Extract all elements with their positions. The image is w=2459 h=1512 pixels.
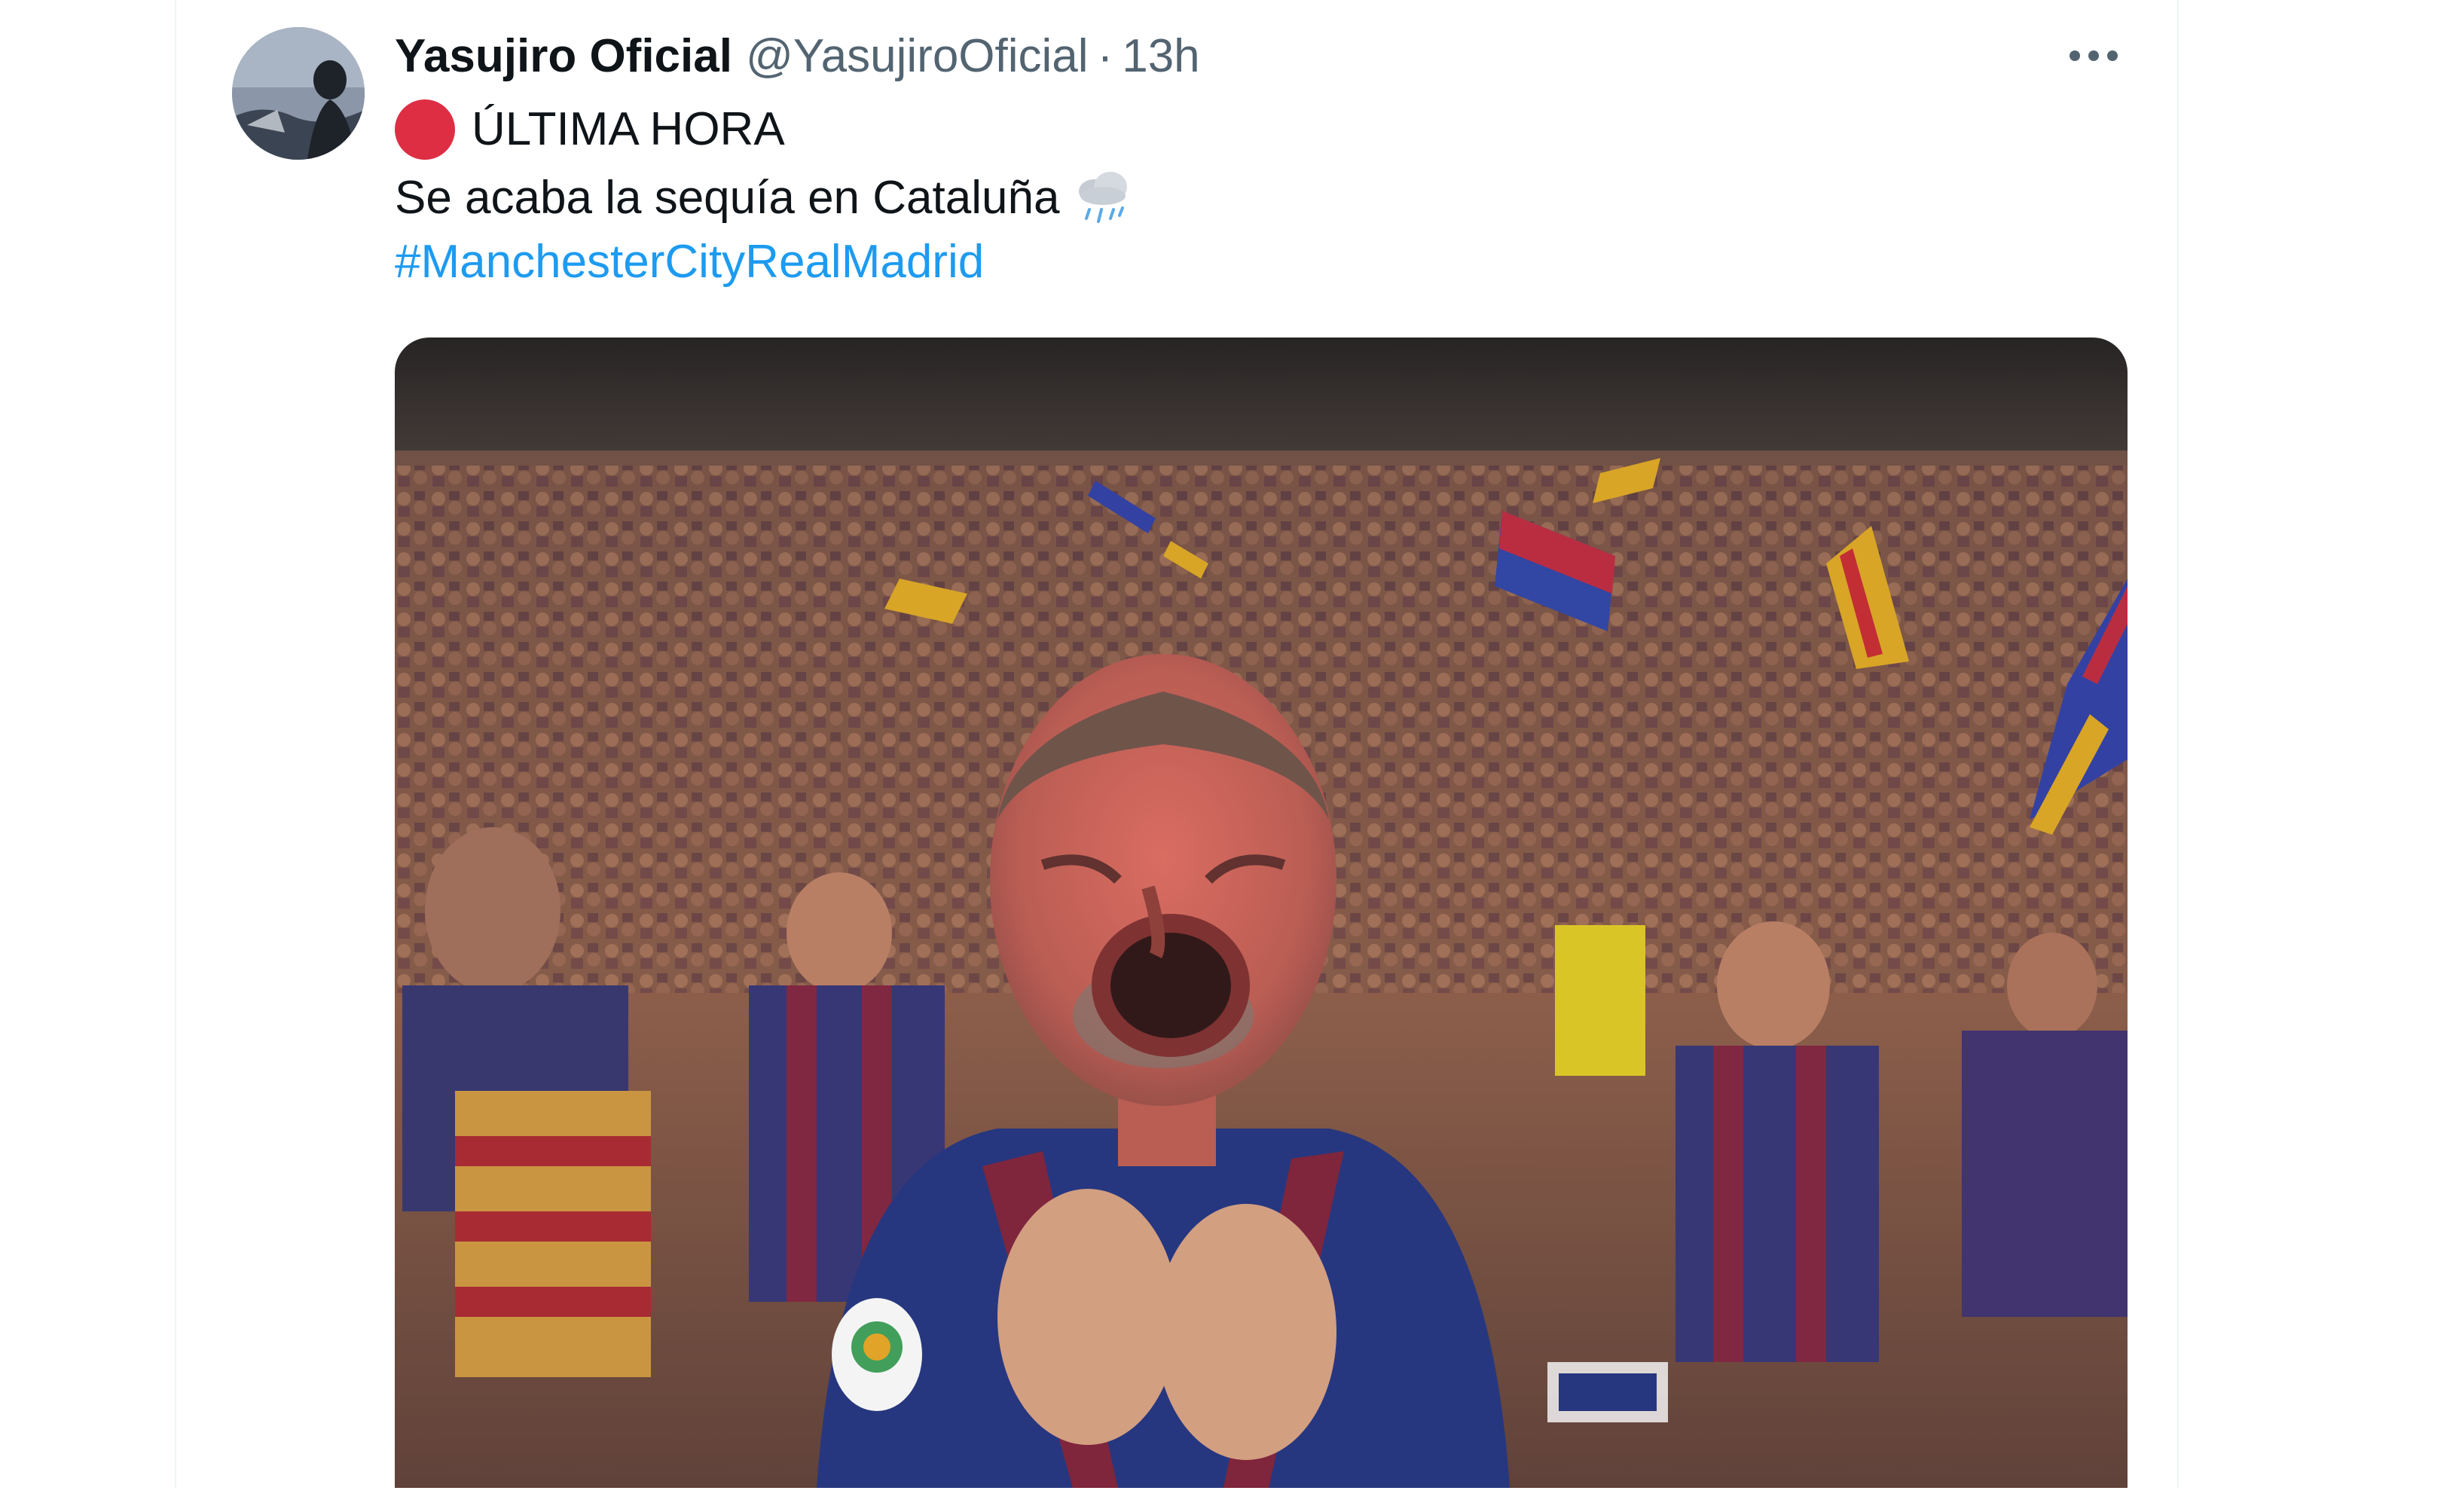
- tweet-media-photo[interactable]: [395, 338, 2128, 1488]
- tweet-timestamp[interactable]: 13h: [1122, 29, 1199, 83]
- header-separator: ·: [1097, 29, 1113, 82]
- more-horizontal-icon: [2070, 50, 2118, 61]
- tweet-text-line-1: ÚLTIMA HORA: [395, 99, 785, 160]
- red-circle-icon: [395, 99, 455, 160]
- tweet-text-line-2: Se acaba la sequía en Cataluña: [395, 166, 1136, 231]
- avatar-image: [232, 27, 365, 160]
- breaking-news-text: ÚLTIMA HORA: [472, 103, 785, 155]
- crying-fan-photo: [395, 338, 2128, 1488]
- author-handle[interactable]: @YasujiroOficial: [746, 29, 1089, 83]
- more-options-button[interactable]: [2060, 33, 2128, 78]
- tweet-header: Yasujiro Oficial @YasujiroOficial · 13h: [395, 26, 1200, 86]
- cloud-rain-icon: [1071, 166, 1136, 231]
- author-display-name[interactable]: Yasujiro Oficial: [395, 29, 732, 83]
- drought-text: Se acaba la sequía en Cataluña: [395, 172, 1060, 224]
- hashtag-link[interactable]: #ManchesterCityRealMadrid: [395, 232, 984, 292]
- tweet-card[interactable]: Yasujiro Oficial @YasujiroOficial · 13h …: [175, 0, 2179, 1488]
- avatar[interactable]: [232, 27, 365, 160]
